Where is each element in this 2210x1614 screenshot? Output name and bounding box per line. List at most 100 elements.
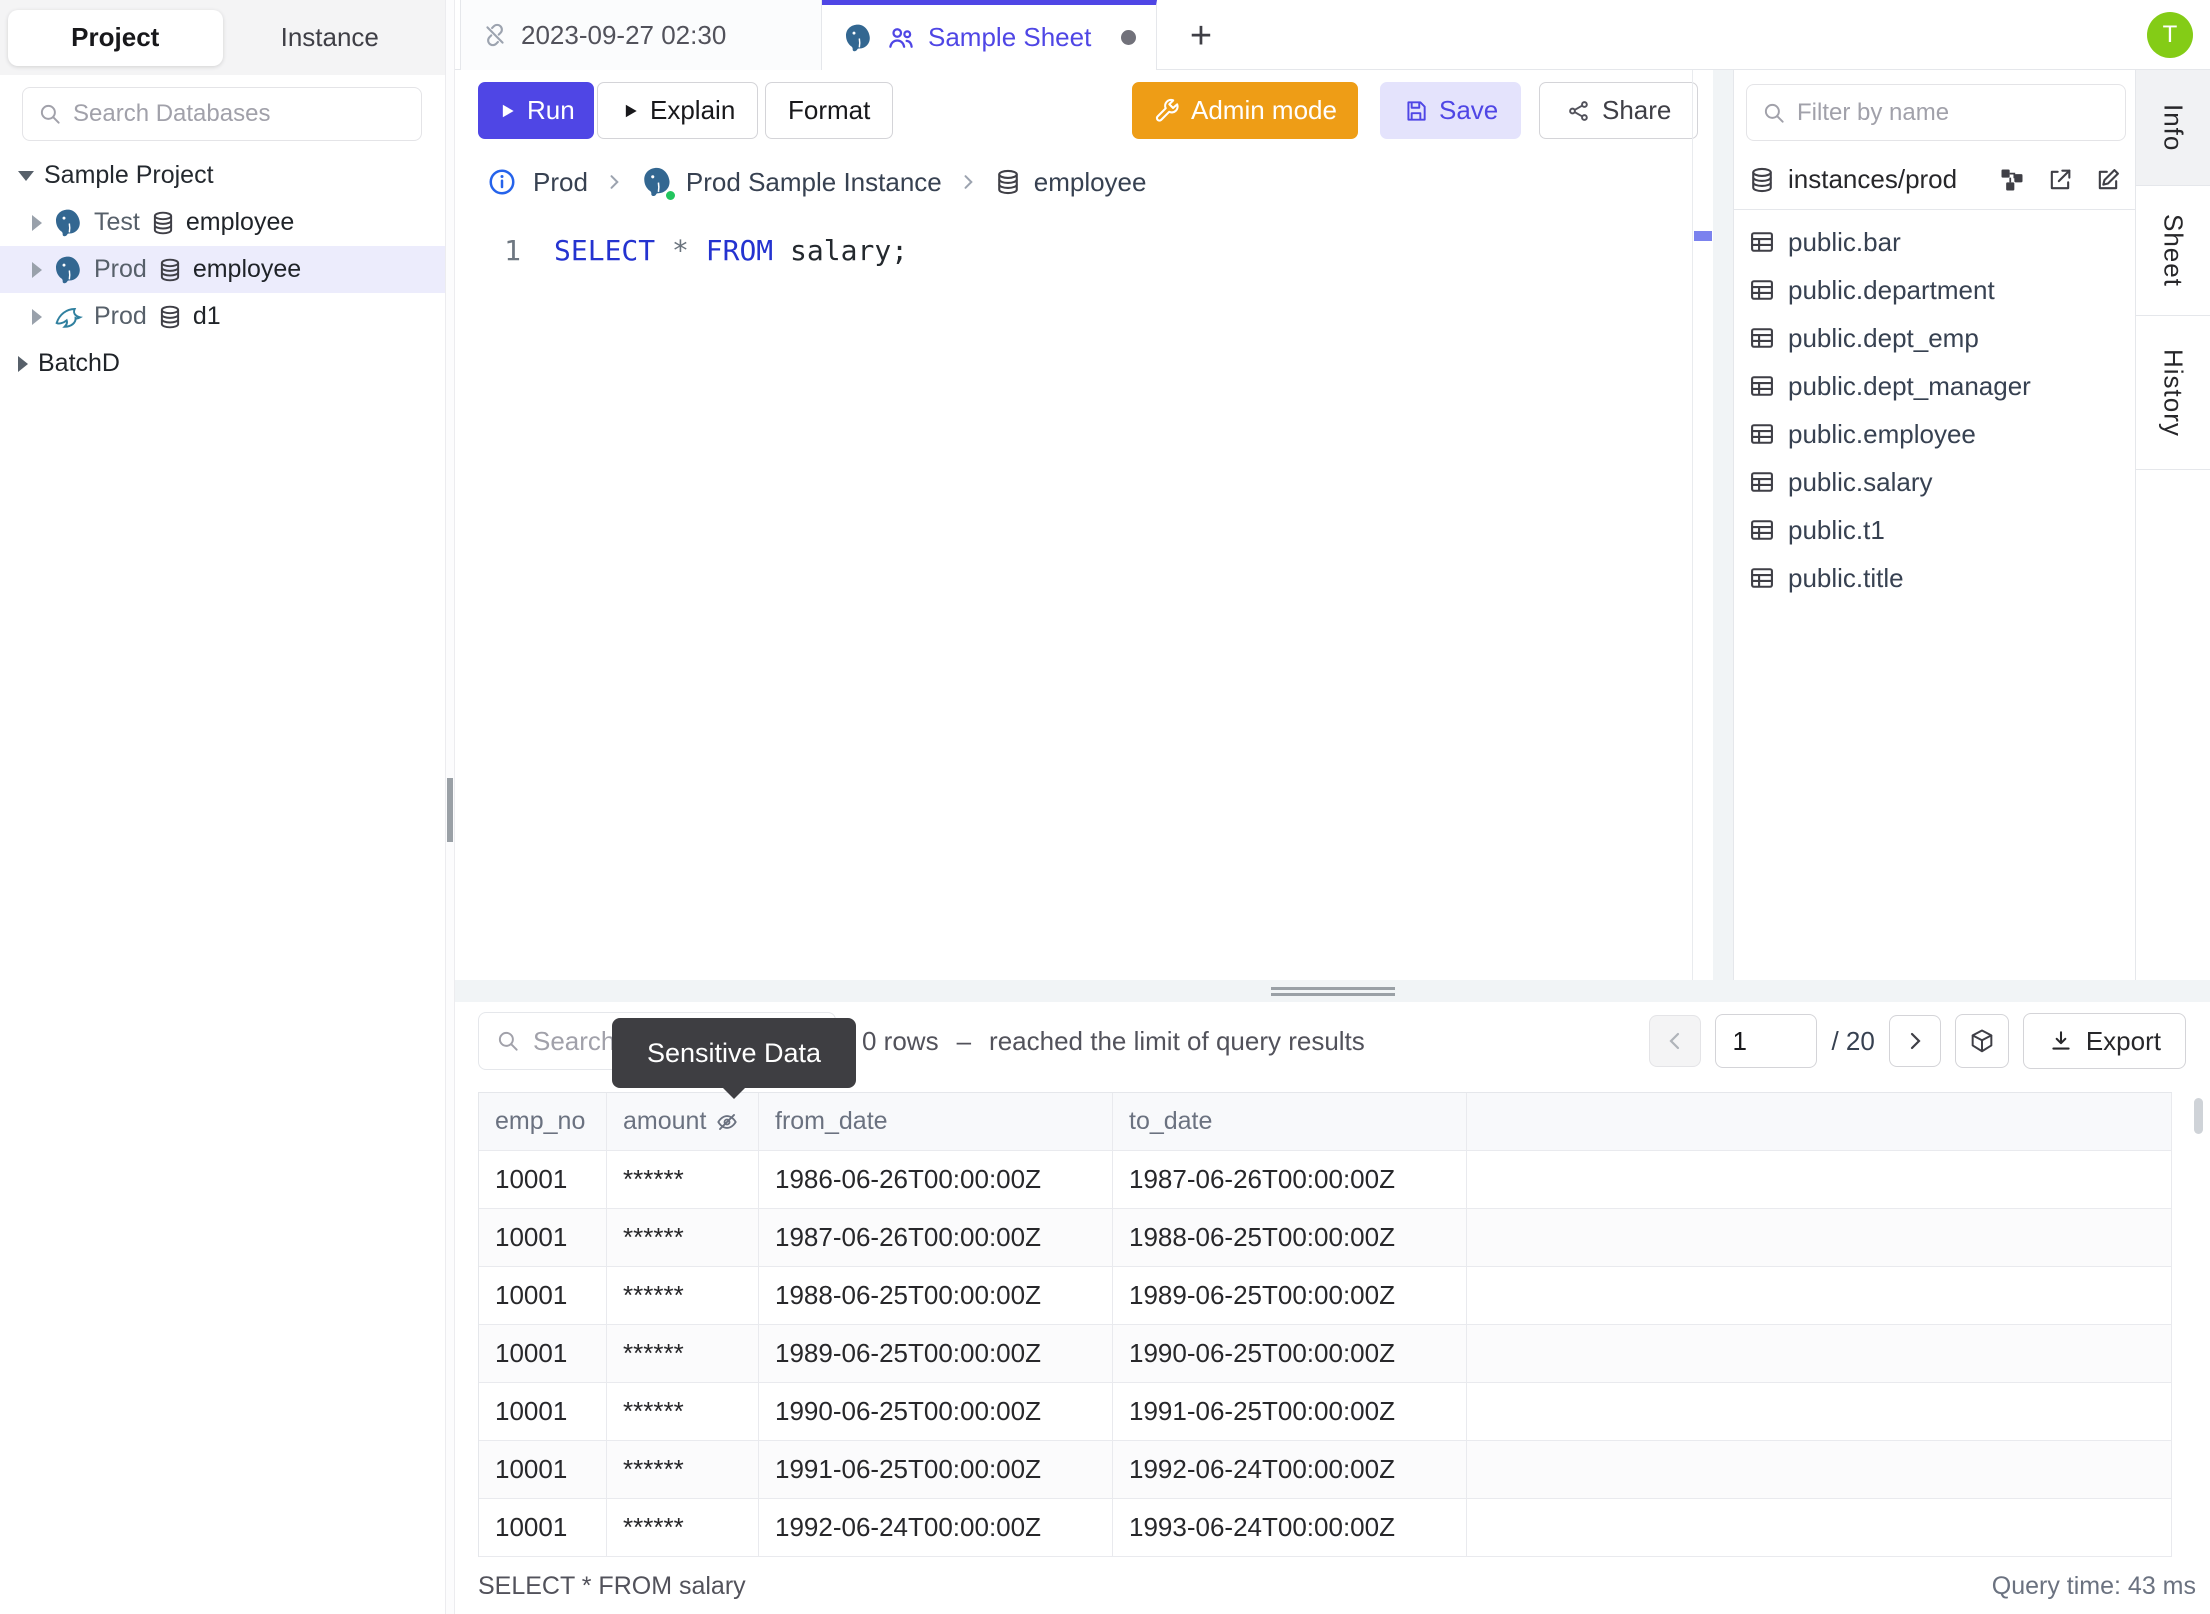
tab-info[interactable]: Info xyxy=(2136,70,2210,186)
schema-table-item[interactable]: public.department xyxy=(1734,266,2136,314)
caret-right-icon[interactable] xyxy=(32,214,42,231)
cell-to-date[interactable]: 1988-06-25T00:00:00Z xyxy=(1113,1209,1467,1267)
format-button[interactable]: Format xyxy=(765,82,894,139)
sql-editor[interactable]: 1 SELECT * FROM salary; xyxy=(455,234,908,267)
table-icon xyxy=(1751,472,1773,492)
sheet-tab-unsaved[interactable]: 2023-09-27 02:30 xyxy=(460,0,822,70)
tree-item-batchd[interactable]: BatchD xyxy=(0,340,445,387)
cell-filler xyxy=(1467,1383,2172,1441)
cell-emp-no[interactable]: 10001 xyxy=(479,1383,607,1441)
breadcrumb-environment[interactable]: Prod xyxy=(533,167,588,198)
cell-emp-no[interactable]: 10001 xyxy=(479,1151,607,1209)
cell-from-date[interactable]: 1986-06-26T00:00:00Z xyxy=(759,1151,1113,1209)
tree-item-prod-employee[interactable]: Prod employee xyxy=(0,246,445,293)
table-row[interactable]: 10001 ****** 1989-06-25T00:00:00Z 1990-0… xyxy=(479,1325,2172,1383)
export-button[interactable]: Export xyxy=(2022,1013,2186,1069)
sheet-tab-sample-sheet[interactable]: Sample Sheet xyxy=(822,0,1157,70)
tree-item-prod-d1[interactable]: Prod d1 xyxy=(0,293,445,340)
column-header-from-date[interactable]: from_date xyxy=(759,1093,1113,1151)
cell-to-date[interactable]: 1987-06-26T00:00:00Z xyxy=(1113,1151,1467,1209)
page-number-input[interactable] xyxy=(1715,1014,1818,1068)
cell-from-date[interactable]: 1990-06-25T00:00:00Z xyxy=(759,1383,1113,1441)
explain-button[interactable]: Explain xyxy=(597,82,759,139)
share-button[interactable]: Share xyxy=(1539,82,1699,139)
unsaved-dot-icon xyxy=(1121,30,1136,45)
cell-to-date[interactable]: 1989-06-25T00:00:00Z xyxy=(1113,1267,1467,1325)
cell-emp-no[interactable]: 10001 xyxy=(479,1209,607,1267)
cell-amount-masked[interactable]: ****** xyxy=(607,1267,759,1325)
sidebar-resize-handle[interactable] xyxy=(445,0,455,1614)
tree-item-sample-project[interactable]: Sample Project xyxy=(0,152,445,199)
cell-amount-masked[interactable]: ****** xyxy=(607,1325,759,1383)
tab-instance[interactable]: Instance xyxy=(223,10,438,66)
avatar[interactable]: T xyxy=(2147,12,2193,58)
table-row[interactable]: 10001 ****** 1991-06-25T00:00:00Z 1992-0… xyxy=(479,1441,2172,1499)
cell-from-date[interactable]: 1989-06-25T00:00:00Z xyxy=(759,1325,1113,1383)
schema-diagram-icon[interactable] xyxy=(1998,166,2026,194)
cell-emp-no[interactable]: 10001 xyxy=(479,1325,607,1383)
cell-amount-masked[interactable]: ****** xyxy=(607,1151,759,1209)
edit-icon[interactable] xyxy=(2094,166,2122,194)
results-resize-handle[interactable] xyxy=(455,980,2210,1002)
caret-right-icon[interactable] xyxy=(32,308,42,325)
cell-from-date[interactable]: 1987-06-26T00:00:00Z xyxy=(759,1209,1113,1267)
cell-from-date[interactable]: 1992-06-24T00:00:00Z xyxy=(759,1499,1113,1557)
search-icon xyxy=(40,104,60,124)
database-search-input[interactable] xyxy=(73,100,407,128)
cell-to-date[interactable]: 1993-06-24T00:00:00Z xyxy=(1113,1499,1467,1557)
eye-off-icon[interactable] xyxy=(714,1109,740,1135)
column-header-to-date[interactable]: to_date xyxy=(1113,1093,1467,1151)
save-button[interactable]: Save xyxy=(1380,82,1522,139)
caret-down-icon[interactable] xyxy=(18,170,34,181)
schema-table-item[interactable]: public.t1 xyxy=(1734,506,2136,554)
schema-table-item[interactable]: public.salary xyxy=(1734,458,2136,506)
breadcrumb-instance[interactable]: Prod Sample Instance xyxy=(640,165,942,202)
dash: – xyxy=(956,1025,972,1056)
cell-emp-no[interactable]: 10001 xyxy=(479,1441,607,1499)
schema-panel-header: instances/prod xyxy=(1734,150,2136,210)
cell-to-date[interactable]: 1992-06-24T00:00:00Z xyxy=(1113,1441,1467,1499)
tab-history[interactable]: History xyxy=(2136,316,2210,470)
schema-table-item[interactable]: public.bar xyxy=(1734,218,2136,266)
table-row[interactable]: 10001 ****** 1988-06-25T00:00:00Z 1989-0… xyxy=(479,1267,2172,1325)
table-row[interactable]: 10001 ****** 1990-06-25T00:00:00Z 1991-0… xyxy=(479,1383,2172,1441)
next-page-button[interactable] xyxy=(1888,1015,1941,1067)
cell-amount-masked[interactable]: ****** xyxy=(607,1499,759,1557)
cell-from-date[interactable]: 1991-06-25T00:00:00Z xyxy=(759,1441,1113,1499)
cell-amount-masked[interactable]: ****** xyxy=(607,1209,759,1267)
info-icon[interactable] xyxy=(487,167,517,197)
cell-to-date[interactable]: 1991-06-25T00:00:00Z xyxy=(1113,1383,1467,1441)
caret-right-icon[interactable] xyxy=(32,261,42,278)
admin-mode-button[interactable]: Admin mode xyxy=(1132,82,1358,139)
table-row[interactable]: 10001 ****** 1986-06-26T00:00:00Z 1987-0… xyxy=(479,1151,2172,1209)
tab-sheet[interactable]: Sheet xyxy=(2136,186,2210,316)
table-filter-input[interactable] xyxy=(1797,98,2111,127)
table-filter-box xyxy=(1746,84,2126,141)
tree-item-test-employee[interactable]: Test employee xyxy=(0,199,445,246)
cell-emp-no[interactable]: 10001 xyxy=(479,1267,607,1325)
cell-amount-masked[interactable]: ****** xyxy=(607,1441,759,1499)
table-row[interactable]: 10001 ****** 1992-06-24T00:00:00Z 1993-0… xyxy=(479,1499,2172,1557)
schema-table-item[interactable]: public.dept_emp xyxy=(1734,314,2136,362)
column-header-amount[interactable]: amount xyxy=(607,1093,759,1151)
cell-emp-no[interactable]: 10001 xyxy=(479,1499,607,1557)
schema-table-item[interactable]: public.dept_manager xyxy=(1734,362,2136,410)
prev-page-button[interactable] xyxy=(1649,1015,1702,1067)
play-icon xyxy=(502,104,514,117)
new-sheet-button[interactable]: + xyxy=(1177,12,1225,60)
caret-right-icon[interactable] xyxy=(18,355,28,372)
breadcrumb-database[interactable]: employee xyxy=(994,167,1146,198)
external-link-icon[interactable] xyxy=(2046,166,2074,194)
column-header-emp-no[interactable]: emp_no xyxy=(479,1093,607,1151)
cell-from-date[interactable]: 1988-06-25T00:00:00Z xyxy=(759,1267,1113,1325)
tab-project[interactable]: Project xyxy=(8,9,223,66)
cell-to-date[interactable]: 1990-06-25T00:00:00Z xyxy=(1113,1325,1467,1383)
cell-filler xyxy=(1467,1209,2172,1267)
cell-amount-masked[interactable]: ****** xyxy=(607,1383,759,1441)
schema-table-item[interactable]: public.title xyxy=(1734,554,2136,602)
schema-table-item[interactable]: public.employee xyxy=(1734,410,2136,458)
table-row[interactable]: 10001 ****** 1987-06-26T00:00:00Z 1988-0… xyxy=(479,1209,2172,1267)
run-button[interactable]: Run xyxy=(478,82,594,139)
table-scrollbar-thumb[interactable] xyxy=(2194,1098,2203,1134)
result-view-button[interactable] xyxy=(1954,1014,2009,1068)
